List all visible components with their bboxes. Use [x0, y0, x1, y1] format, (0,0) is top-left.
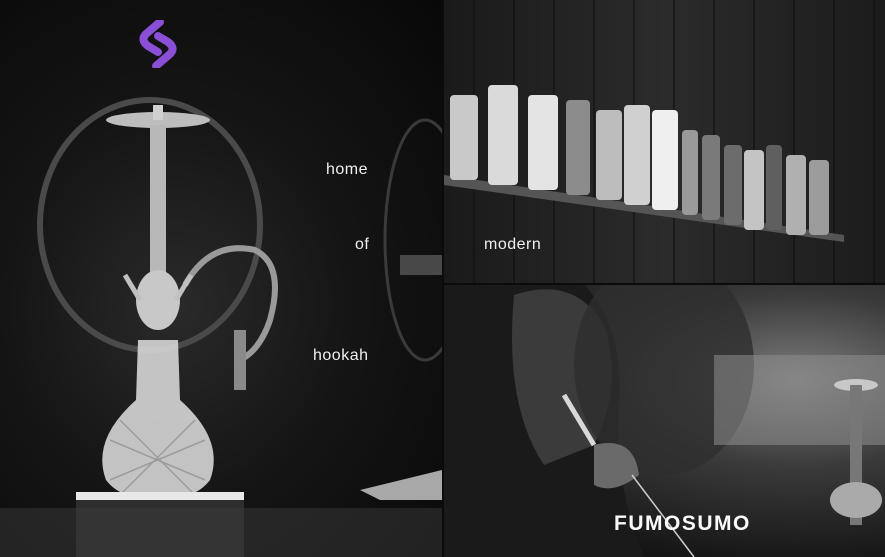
fumosumo-s-logo-icon[interactable] [138, 20, 178, 68]
hero-word-hookah: hookah [313, 347, 369, 364]
brand-wordmark[interactable]: FUMOSUMO [614, 512, 751, 536]
hookah-illustration [0, 97, 442, 557]
hero-word-home: home [326, 161, 369, 178]
hero-image-hookah [0, 0, 442, 557]
hero-word-modern: modern [484, 236, 542, 253]
hero-word-of: of [355, 236, 370, 253]
